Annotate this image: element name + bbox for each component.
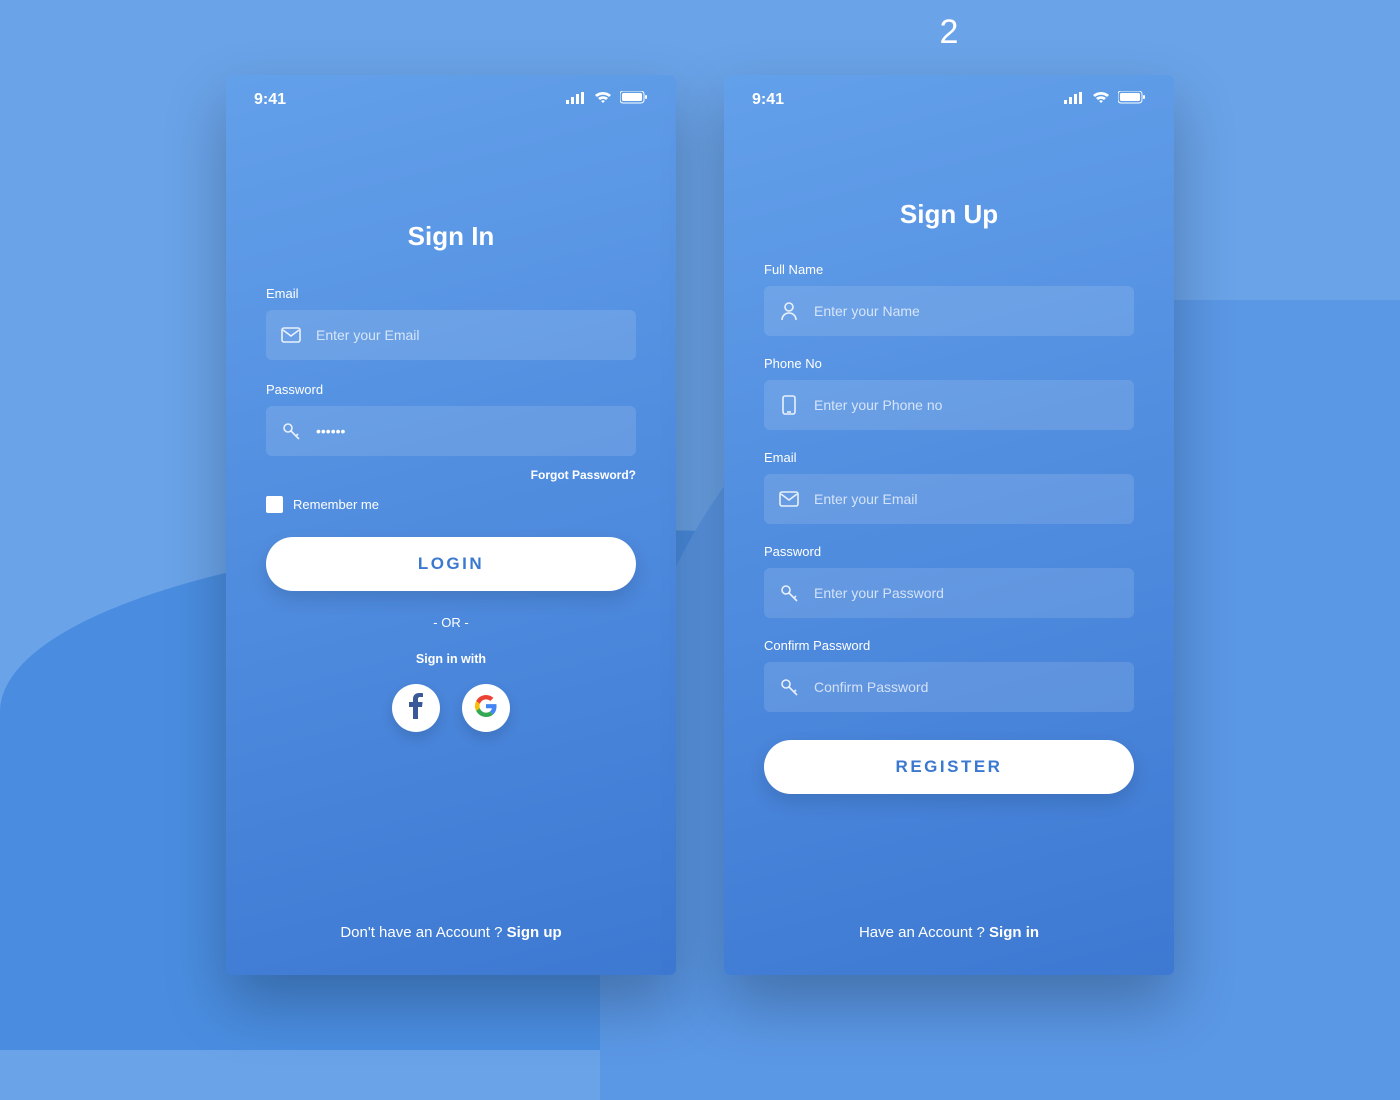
phone-icon (778, 394, 800, 416)
screen-slot-signup: 2 9:41 Sign Up Full Name Phone No (724, 75, 1174, 975)
email-field-wrap (266, 310, 636, 360)
key-icon (778, 582, 800, 604)
page-title: Sign Up (724, 199, 1174, 230)
remember-label: Remember me (293, 497, 379, 512)
wifi-icon (594, 91, 612, 109)
envelope-icon (280, 324, 302, 346)
status-time: 9:41 (752, 91, 784, 109)
status-icons (566, 91, 648, 109)
footer-link-row: Don't have an Account ? Sign up (226, 924, 676, 975)
fullname-label: Full Name (764, 262, 1134, 277)
envelope-icon (778, 488, 800, 510)
password-field-wrap (266, 406, 636, 456)
fullname-input[interactable] (814, 303, 1120, 319)
page-title: Sign In (226, 221, 676, 252)
wifi-icon (1092, 91, 1110, 109)
signin-link[interactable]: Sign in (989, 924, 1039, 941)
login-button[interactable]: LOGIN (266, 537, 636, 591)
email-input[interactable] (316, 327, 622, 343)
cellular-icon (566, 91, 586, 109)
slot-number: 2 (940, 13, 959, 52)
status-bar: 9:41 (724, 75, 1174, 109)
screen-slot-signin: 9:41 Sign In Email Password (226, 75, 676, 975)
register-button[interactable]: REGISTER (764, 740, 1134, 794)
stage: 9:41 Sign In Email Password (0, 0, 1400, 1050)
social-row (266, 684, 636, 732)
confirm-label: Confirm Password (764, 638, 1134, 653)
fullname-field-wrap (764, 286, 1134, 336)
confirm-field-wrap (764, 662, 1134, 712)
remember-row: Remember me (266, 496, 636, 513)
status-time: 9:41 (254, 91, 286, 109)
phone-input[interactable] (814, 397, 1120, 413)
email-label: Email (266, 286, 636, 301)
or-divider: - OR - (266, 615, 636, 630)
signup-link[interactable]: Sign up (507, 924, 562, 941)
confirm-password-input[interactable] (814, 679, 1120, 695)
remember-checkbox[interactable] (266, 496, 283, 513)
email-field-wrap (764, 474, 1134, 524)
cellular-icon (1064, 91, 1084, 109)
password-field-wrap (764, 568, 1134, 618)
signin-screen: 9:41 Sign In Email Password (226, 75, 676, 975)
footer-prefix: Have an Account ? (859, 924, 989, 941)
password-label: Password (764, 544, 1134, 559)
battery-icon (1118, 91, 1146, 109)
email-label: Email (764, 450, 1134, 465)
signin-form: Email Password Forgot Password? Remember… (226, 252, 676, 732)
forgot-row: Forgot Password? (266, 468, 636, 482)
phone-label: Phone No (764, 356, 1134, 371)
status-bar: 9:41 (226, 75, 676, 109)
footer-prefix: Don't have an Account ? (340, 924, 506, 941)
key-icon (778, 676, 800, 698)
signup-screen: 9:41 Sign Up Full Name Phone No (724, 75, 1174, 975)
facebook-button[interactable] (392, 684, 440, 732)
forgot-password-link[interactable]: Forgot Password? (531, 468, 636, 482)
email-input[interactable] (814, 491, 1120, 507)
facebook-icon (409, 693, 423, 724)
signin-with-label: Sign in with (266, 652, 636, 666)
google-button[interactable] (462, 684, 510, 732)
footer-link-row: Have an Account ? Sign in (724, 924, 1174, 975)
google-icon (475, 695, 497, 722)
signup-form: Full Name Phone No Email Password (724, 230, 1174, 794)
status-icons (1064, 91, 1146, 109)
password-label: Password (266, 382, 636, 397)
phone-field-wrap (764, 380, 1134, 430)
user-icon (778, 300, 800, 322)
password-input[interactable] (316, 423, 622, 439)
key-icon (280, 420, 302, 442)
password-input[interactable] (814, 585, 1120, 601)
battery-icon (620, 91, 648, 109)
